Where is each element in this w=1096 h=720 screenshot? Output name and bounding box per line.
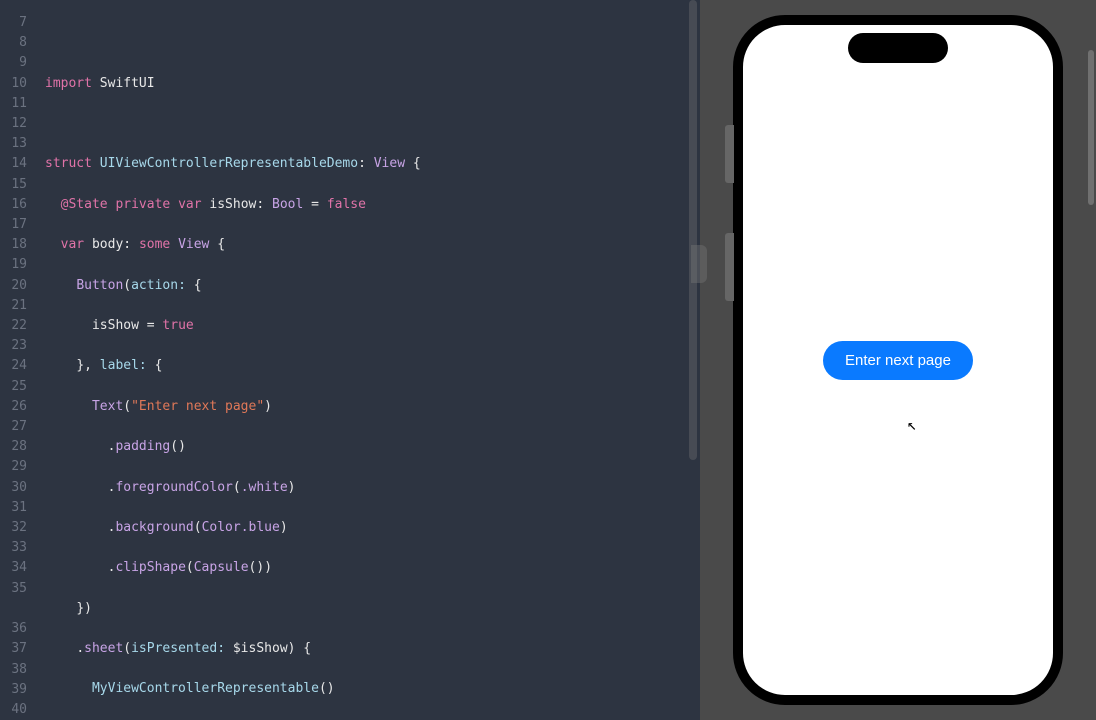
code-text-area[interactable]: import SwiftUI struct UIViewControllerRe… [35,0,700,720]
code-editor-pane: 7 8 9 10 11 12 13 14 15 16 17 18 19 20 2… [0,0,700,720]
line-number: 35 [0,579,35,599]
code-line: .clipShape(Capsule()) [45,558,700,578]
line-number: 20 [0,276,35,296]
line-number: 9 [0,53,35,73]
code-line: }, label: { [45,356,700,376]
phone-side-button [725,125,734,183]
dynamic-island [848,33,948,63]
line-number: 19 [0,255,35,275]
line-number: 18 [0,235,35,255]
line-number: 39 [0,680,35,700]
line-number: 37 [0,639,35,659]
line-number: 26 [0,397,35,417]
code-line: .padding() [45,437,700,457]
line-number: 27 [0,417,35,437]
line-number: 34 [0,558,35,578]
line-number: 36 [0,619,35,639]
cursor-icon: ↖ [907,415,917,434]
code-line: struct UIViewControllerRepresentableDemo… [45,154,700,174]
iphone-simulator-frame: Enter next page ↖ [733,15,1063,705]
line-number: 16 [0,195,35,215]
code-line: Button(action: { [45,276,700,296]
line-number: 22 [0,316,35,336]
line-number: 8 [0,33,35,53]
line-number: 33 [0,538,35,558]
line-number: 38 [0,660,35,680]
line-number: 13 [0,134,35,154]
code-line: import SwiftUI [45,74,700,94]
line-number: 31 [0,498,35,518]
line-number: 11 [0,94,35,114]
code-line: isShow = true [45,316,700,336]
line-number-gutter: 7 8 9 10 11 12 13 14 15 16 17 18 19 20 2… [0,0,35,720]
code-line: .background(Color.blue) [45,518,700,538]
line-number: 30 [0,478,35,498]
code-line: @State private var isShow: Bool = false [45,195,700,215]
line-number: 28 [0,437,35,457]
code-line: MyViewControllerRepresentable() [45,679,700,699]
line-number: 10 [0,74,35,94]
line-number: 17 [0,215,35,235]
code-line [45,33,700,53]
code-line: .foregroundColor(.white) [45,478,700,498]
code-line [45,114,700,134]
line-number: 21 [0,296,35,316]
code-line: .sheet(isPresented: $isShow) { [45,639,700,659]
line-number [0,599,35,619]
line-number: 15 [0,175,35,195]
enter-next-page-button[interactable]: Enter next page [823,341,973,380]
preview-collapse-handle[interactable] [691,245,707,283]
line-number: 14 [0,154,35,174]
code-line: }) [45,599,700,619]
line-number: 40 [0,700,35,720]
line-number: 29 [0,457,35,477]
editor-vertical-scrollbar[interactable] [689,0,697,460]
line-number: 32 [0,518,35,538]
preview-pane: Enter next page ↖ [700,0,1096,720]
code-container: 7 8 9 10 11 12 13 14 15 16 17 18 19 20 2… [0,0,700,720]
line-number: 23 [0,336,35,356]
code-line: var body: some View { [45,235,700,255]
preview-vertical-scrollbar[interactable] [1088,50,1094,205]
line-number: 25 [0,377,35,397]
code-line: Text("Enter next page") [45,397,700,417]
line-number: 24 [0,356,35,376]
phone-side-button [725,233,734,301]
line-number: 7 [0,13,35,33]
line-number: 12 [0,114,35,134]
